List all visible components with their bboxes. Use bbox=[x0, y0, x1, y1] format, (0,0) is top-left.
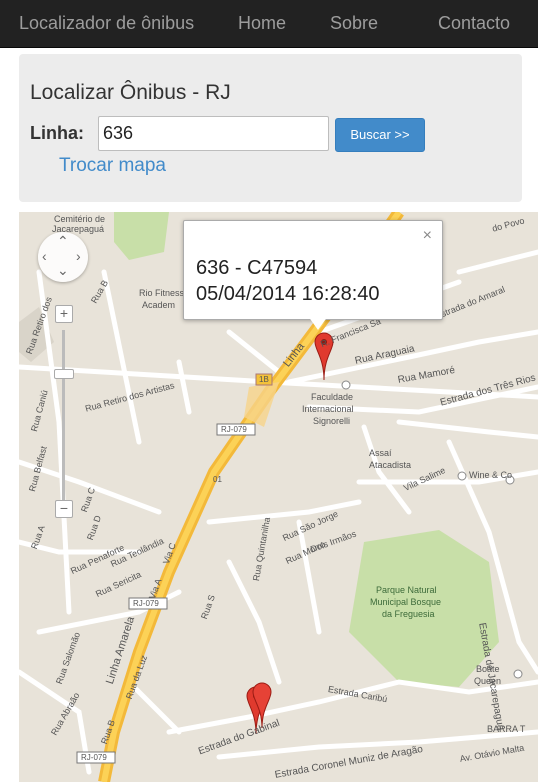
map-label: Boate bbox=[476, 664, 500, 674]
cemetery-area bbox=[114, 212, 169, 260]
info-window-tail bbox=[308, 316, 328, 330]
pan-down-icon[interactable]: ⌄ bbox=[57, 262, 69, 279]
form-title: Localizar Ônibus - RJ bbox=[30, 81, 231, 104]
navbar: Localizador de ônibus Home Sobre Contact… bbox=[0, 0, 538, 48]
close-icon[interactable]: × bbox=[423, 227, 432, 245]
map-label: Cemitério de bbox=[54, 214, 106, 224]
search-button[interactable]: Buscar >> bbox=[335, 118, 425, 152]
map-label: Atacadista bbox=[369, 460, 412, 470]
zoom-slider-track[interactable] bbox=[62, 330, 65, 502]
zoom-out-button[interactable]: − bbox=[55, 500, 73, 518]
map-label: RJ-079 bbox=[133, 599, 159, 608]
map-label: Assaí bbox=[369, 448, 392, 458]
map-view[interactable]: Cemitério de Jacarepaguá Rio Fitness Aca… bbox=[19, 212, 538, 782]
map-label: Internacional bbox=[302, 404, 354, 414]
map-label: Faculdade bbox=[311, 392, 354, 402]
map-label: RJ-079 bbox=[81, 753, 107, 762]
map-label: Municipal Bosque bbox=[370, 597, 442, 607]
bus-timestamp-text: 05/04/2014 16:28:40 bbox=[196, 283, 380, 305]
map-label: Signorelli bbox=[313, 416, 351, 426]
map-label: 01 bbox=[213, 475, 222, 484]
pan-up-icon[interactable]: ⌃ bbox=[57, 233, 69, 250]
map-label: Parque Natural bbox=[376, 585, 437, 595]
bus-info-window: × 636 - C47594 05/04/2014 16:28:40 bbox=[183, 220, 443, 320]
map-label: da Freguesia bbox=[382, 609, 435, 619]
map-label: Wine & Co bbox=[469, 470, 513, 480]
change-map-link[interactable]: Trocar mapa bbox=[59, 155, 166, 177]
pan-left-icon[interactable]: ‹ bbox=[42, 248, 47, 264]
search-panel: Localizar Ônibus - RJ Linha: Buscar >> T… bbox=[19, 54, 522, 202]
map-label: BARRA T bbox=[487, 724, 526, 734]
map-label: Queen bbox=[474, 676, 502, 686]
nav-sobre-link[interactable]: Sobre bbox=[330, 0, 378, 46]
bus-id-text: 636 - C47594 bbox=[196, 257, 318, 279]
pan-control[interactable]: ⌃ ⌄ ‹ › bbox=[38, 232, 88, 282]
map-label: RJ-079 bbox=[221, 425, 247, 434]
zoom-in-button[interactable]: + bbox=[55, 305, 73, 323]
pan-right-icon[interactable]: › bbox=[76, 248, 81, 264]
map-label: Academ bbox=[142, 300, 176, 310]
nav-contacto-link[interactable]: Contacto bbox=[438, 0, 510, 46]
brand-link[interactable]: Localizador de ônibus bbox=[19, 0, 194, 46]
linha-input[interactable] bbox=[98, 116, 329, 151]
linha-label: Linha: bbox=[30, 123, 84, 143]
zoom-slider-thumb[interactable] bbox=[54, 369, 74, 379]
nav-home-link[interactable]: Home bbox=[238, 0, 286, 46]
map-label: Rio Fitness bbox=[139, 288, 185, 298]
map-label: 1B bbox=[259, 375, 269, 384]
